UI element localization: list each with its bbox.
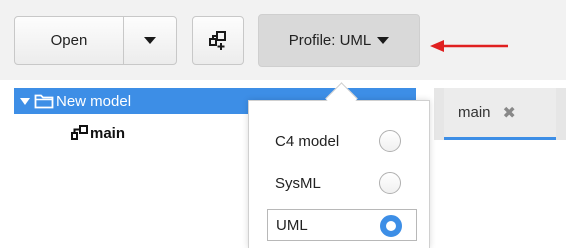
diagram-icon	[71, 125, 88, 140]
open-button[interactable]: Open	[15, 17, 124, 64]
new-diagram-icon	[209, 30, 226, 50]
open-menu-button[interactable]	[123, 17, 176, 64]
new-diagram-button[interactable]	[192, 16, 244, 65]
close-icon[interactable]: ✖	[503, 103, 516, 123]
expand-triangle-icon[interactable]	[18, 94, 32, 108]
profile-option-label: UML	[276, 216, 308, 234]
profile-option-label: SysML	[275, 174, 321, 192]
profile-dropdown-label: Profile: UML	[288, 32, 372, 49]
radio-button-selected[interactable]	[380, 215, 402, 237]
tab-main[interactable]: main ✖	[444, 88, 556, 140]
tree-item-label: main	[90, 124, 126, 142]
profile-option-label: C4 model	[275, 132, 340, 150]
profile-option-sysml[interactable]: SysML	[267, 167, 417, 199]
profile-dropdown[interactable]: Profile: UML	[258, 14, 420, 67]
editor-tabs: main ✖	[434, 80, 566, 248]
profile-menu: C4 model SysML UML	[248, 100, 430, 248]
popover-caret-joint	[249, 101, 429, 111]
tree-item-label: New model	[56, 92, 132, 110]
chevron-down-icon	[377, 37, 390, 44]
radio-button[interactable]	[379, 130, 401, 152]
radio-button[interactable]	[379, 172, 401, 194]
open-button-group: Open	[14, 16, 177, 65]
profile-option-uml[interactable]: UML	[267, 209, 417, 241]
open-button-label: Open	[50, 32, 88, 49]
tree-item-main[interactable]: main	[70, 122, 125, 144]
toolbar: Open Profile: UML	[0, 0, 566, 80]
folder-icon	[34, 94, 54, 109]
annotation-arrow-icon	[430, 40, 508, 52]
tab-label: main	[458, 104, 491, 121]
profile-option-c4-model[interactable]: C4 model	[267, 125, 417, 157]
chevron-down-icon	[143, 37, 156, 44]
